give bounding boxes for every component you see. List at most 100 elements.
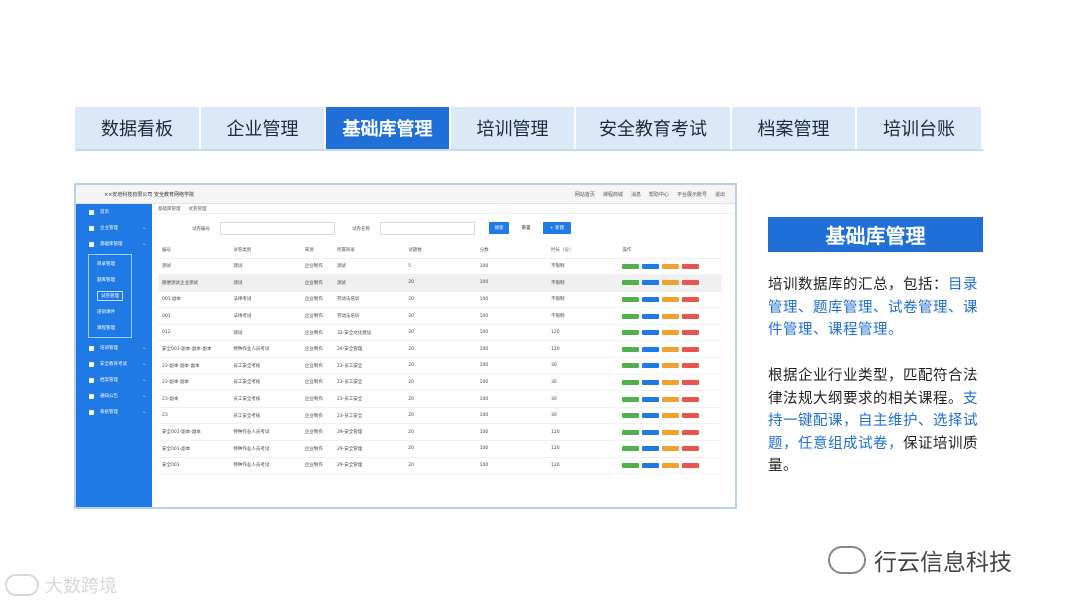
tab-4[interactable]: 安全教育考试 [576,107,732,149]
action-button-2[interactable] [662,446,680,452]
sidebar-item-4[interactable]: 安全教育考试 ⌄ [76,356,152,372]
action-button-2[interactable] [662,429,680,435]
header-link-1[interactable]: 课程商城 [603,191,623,198]
action-button-0[interactable] [622,396,640,402]
action-button-0[interactable] [622,413,640,419]
action-button-0[interactable] [622,330,640,336]
action-button-1[interactable] [642,313,660,319]
action-button-0[interactable] [622,363,640,369]
sidebar-item-6[interactable]: 通知公告 ⌄ [76,388,152,404]
action-button-3[interactable] [682,296,700,302]
table-cell: 20 [404,274,476,292]
tab-6[interactable]: 培训台账 [857,107,983,149]
action-button-3[interactable] [682,446,700,452]
tab-0[interactable]: 数据看板 [75,107,201,149]
sidebar-item-5[interactable]: 档案管理 ⌄ [76,372,152,388]
action-button-1[interactable] [642,363,660,369]
filter-code-input[interactable] [220,222,335,235]
action-button-3[interactable] [682,330,700,336]
tab-1[interactable]: 企业管理 [201,107,326,149]
action-button-2[interactable] [662,413,680,419]
submenu-item-1[interactable]: 题库管理 [89,272,131,288]
header-link-0[interactable]: 网站首页 [575,191,595,198]
tab-2[interactable]: 基础库管理 [326,107,451,149]
table-row[interactable]: 001 副本 法律考试 企业制作 劳动法培训 20 100 不限制 [158,291,722,309]
table-row[interactable]: 001 法律考试 企业制作 劳动法培训 20 100 不限制 [158,307,722,325]
sidebar-item-0[interactable]: 首页 [76,204,152,220]
sidebar-item-2[interactable]: 基础库管理 ⌄ [76,236,152,252]
table-row[interactable]: 012 测试 企业制作 32-安全文化建设 20 100 120 [158,324,722,342]
action-button-0[interactable] [622,263,640,269]
action-button-1[interactable] [642,330,660,336]
action-button-1[interactable] [642,296,660,302]
action-button-3[interactable] [682,263,700,269]
table-row[interactable]: 测试 测试 企业制作 测试 5 100 不限制 [158,258,722,276]
action-button-1[interactable] [642,446,660,452]
tab-5[interactable]: 档案管理 [732,107,857,149]
action-button-2[interactable] [662,280,680,286]
action-button-3[interactable] [682,363,700,369]
filter-name-input[interactable] [380,222,475,235]
action-button-0[interactable] [622,429,640,435]
sidebar-item-1[interactable]: 企业管理 ⌄ [76,220,152,236]
action-button-0[interactable] [622,313,640,319]
table-row[interactable]: 安全001-副本-副本 特种作业人员考试 企业制作 29-安全管理 20 100 120 [158,423,722,442]
action-button-3[interactable] [682,313,700,319]
header-link-4[interactable]: 平台展示账号 [677,191,707,198]
reset-button[interactable]: 重置 [515,222,537,234]
header-link-3[interactable]: 帮助中心 [649,191,669,198]
action-button-2[interactable] [662,363,680,369]
action-button-3[interactable] [682,396,700,402]
action-button-0[interactable] [622,446,640,452]
table-row[interactable]: 23 员工安全考核 企业制作 23-员工安全 20 100 30 [158,407,722,425]
action-button-2[interactable] [662,346,680,352]
action-button-0[interactable] [622,296,640,302]
action-button-1[interactable] [642,280,660,286]
action-button-1[interactable] [642,396,660,402]
action-button-1[interactable] [642,429,660,435]
header-link-2[interactable]: 消息 [631,191,641,198]
action-button-3[interactable] [682,379,700,385]
action-button-2[interactable] [662,263,680,269]
action-button-3[interactable] [682,413,700,419]
action-button-1[interactable] [642,462,660,468]
action-button-2[interactable] [662,462,680,468]
submenu-item-3[interactable]: 培训课件 [89,304,131,320]
table-row[interactable]: 安全001-副本-副本-副本 特种作业人员考试 企业制作 29-安全管理 20 100 12… [158,340,722,359]
action-button-1[interactable] [642,346,660,352]
submenu-item-2[interactable]: 试卷管理 [89,288,131,304]
tab-3[interactable]: 培训管理 [451,107,576,149]
table-row[interactable]: 安全001-副本 特种作业人员考试 企业制作 29-安全管理 20 100 120 [158,440,722,458]
action-button-2[interactable] [662,313,680,319]
breadcrumb-item-1[interactable]: 试卷管理 [189,206,207,212]
action-button-2[interactable] [662,296,680,302]
action-button-1[interactable] [642,413,660,419]
table-row[interactable]: 23-副本-副本 员工安全考核 企业制作 23-员工安全 20 100 30 [158,374,722,392]
submenu-item-4[interactable]: 课程管理 [89,320,131,336]
action-button-3[interactable] [682,429,700,435]
header-link-5[interactable]: 退出 [715,191,725,198]
action-button-0[interactable] [622,462,640,468]
breadcrumb-item-0[interactable]: 基础库管理 [158,206,181,212]
submenu-item-0[interactable]: 目录管理 [89,256,131,272]
action-button-3[interactable] [682,346,700,352]
action-button-0[interactable] [622,280,640,286]
action-button-3[interactable] [682,462,700,468]
table-row[interactable]: 安全001 特种作业人员考试 企业制作 29-安全管理 20 100 120 [158,457,722,475]
action-button-1[interactable] [642,263,660,269]
sidebar-item-3[interactable]: 培训管理 ⌄ [76,340,152,356]
action-button-0[interactable] [622,379,640,385]
table-row[interactable]: 23-副本-副本-副本 员工安全考核 企业制作 23-员工安全 20 100 30 [158,357,722,375]
table-row[interactable]: 23-副本 员工安全考核 企业制作 23-员工安全 20 100 30 [158,390,722,408]
search-button[interactable]: 搜索 [489,222,509,234]
action-button-3[interactable] [682,280,700,286]
action-button-1[interactable] [642,379,660,385]
table-row[interactable]: 随便测试企业测试 测试 企业制作 测试 20 100 不限制 [158,274,722,292]
action-button-2[interactable] [662,330,680,336]
new-button[interactable]: + 新建 [543,222,571,234]
sidebar-item-7[interactable]: 系统管理 ⌄ [76,404,152,420]
action-button-2[interactable] [662,396,680,402]
table-cell: 测试 [229,324,301,342]
action-button-2[interactable] [662,379,680,385]
action-button-0[interactable] [622,346,640,352]
